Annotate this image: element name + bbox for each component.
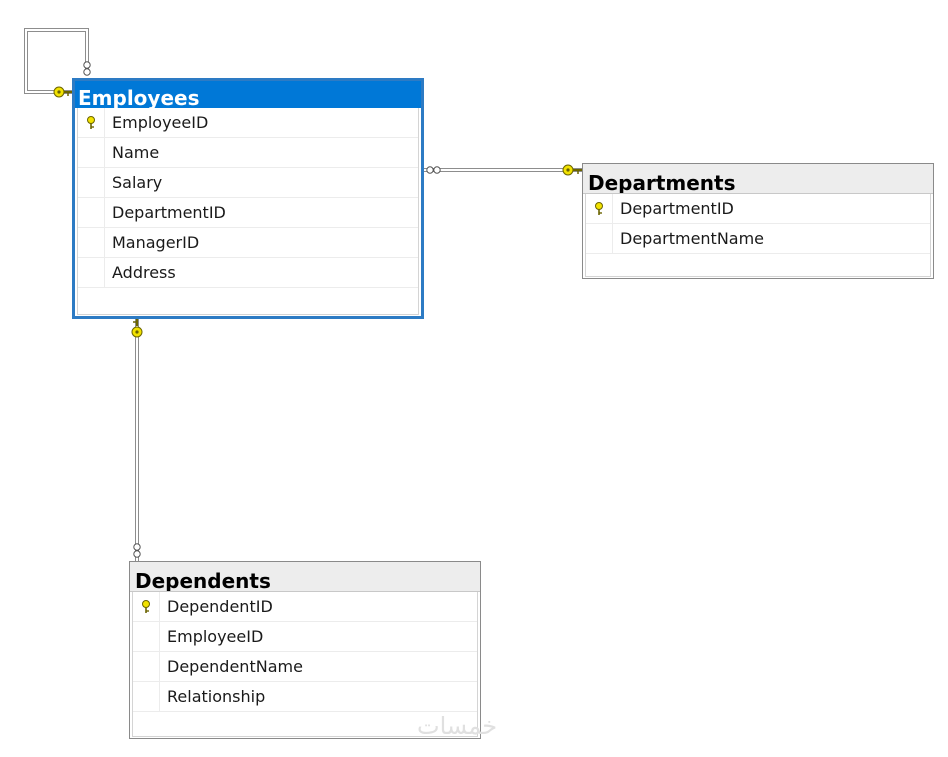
column-row[interactable]: Address xyxy=(78,258,418,288)
column-name: Relationship xyxy=(167,687,266,706)
column-row[interactable]: Name xyxy=(78,138,418,168)
column-row[interactable]: DepartmentID xyxy=(586,194,930,224)
column-row[interactable]: EmployeeID xyxy=(78,108,418,138)
column-name: DependentID xyxy=(167,597,273,616)
watermark: خمسات xyxy=(417,712,498,740)
column-name: DepartmentID xyxy=(620,199,734,218)
infinity-endpoint-icon xyxy=(133,543,141,558)
column-name: Address xyxy=(112,263,176,282)
column-name: DepartmentID xyxy=(112,203,226,222)
column-name: EmployeeID xyxy=(167,627,264,646)
employees-table[interactable]: Employees EmployeeID Name Salary Departm… xyxy=(72,78,424,319)
column-row[interactable]: Salary xyxy=(78,168,418,198)
key-endpoint-icon xyxy=(131,318,143,338)
column-list: DepartmentID DepartmentName xyxy=(585,194,931,277)
column-row[interactable]: DependentName xyxy=(133,652,477,682)
empty-row[interactable] xyxy=(78,288,418,314)
column-name: DepartmentName xyxy=(620,229,765,248)
column-row[interactable]: ManagerID xyxy=(78,228,418,258)
column-row[interactable]: DependentID xyxy=(133,592,477,622)
column-name: Name xyxy=(112,143,160,162)
column-name: EmployeeID xyxy=(112,113,209,132)
empty-row[interactable] xyxy=(586,254,930,276)
table-title[interactable]: Dependents xyxy=(130,562,480,592)
departments-table[interactable]: Departments DepartmentID DepartmentName xyxy=(582,163,934,279)
key-endpoint-icon xyxy=(562,164,582,176)
key-endpoint-icon xyxy=(53,86,72,98)
column-name: Salary xyxy=(112,173,163,192)
column-row[interactable]: DepartmentID xyxy=(78,198,418,228)
primary-key-icon xyxy=(87,116,95,129)
infinity-endpoint-icon xyxy=(426,166,441,174)
column-name: DependentName xyxy=(167,657,303,676)
primary-key-icon xyxy=(595,202,603,215)
primary-key-icon xyxy=(142,600,150,613)
table-title[interactable]: Employees xyxy=(75,81,421,108)
column-row[interactable]: DepartmentName xyxy=(586,224,930,254)
column-row[interactable]: EmployeeID xyxy=(133,622,477,652)
column-row[interactable]: Relationship xyxy=(133,682,477,712)
column-list: EmployeeID Name Salary DepartmentID Mana… xyxy=(77,108,419,315)
infinity-endpoint-icon xyxy=(83,61,91,76)
table-title[interactable]: Departments xyxy=(583,164,933,194)
column-name: ManagerID xyxy=(112,233,200,252)
